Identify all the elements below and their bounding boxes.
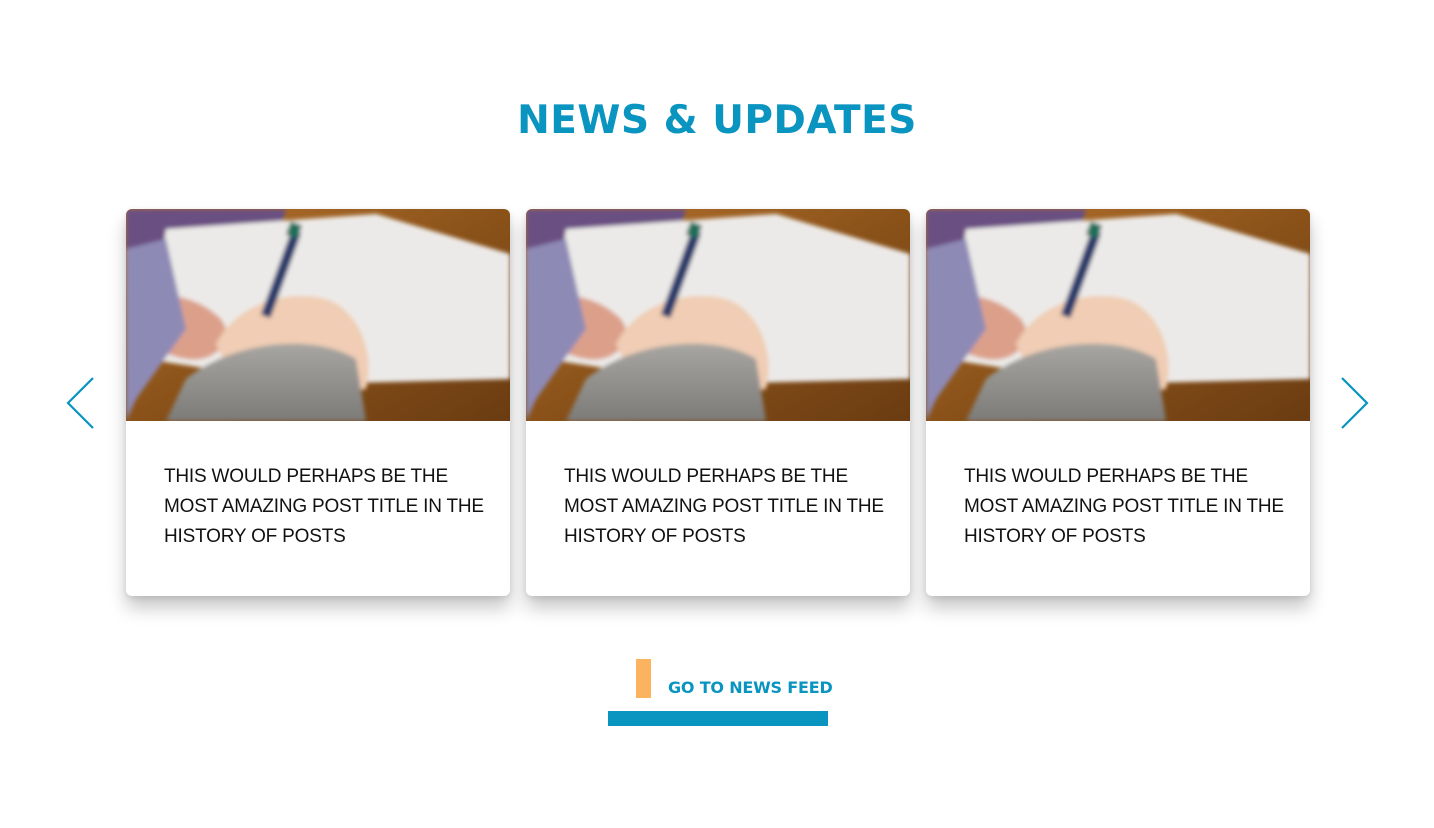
chevron-left-icon: [66, 377, 94, 429]
card-title: THIS WOULD PERHAPS BE THE MOST AMAZING P…: [964, 466, 1284, 547]
go-to-news-feed-link[interactable]: GO TO NEWS FEED: [608, 658, 833, 726]
news-card[interactable]: THIS WOULD PERHAPS BE THE MOST AMAZING P…: [526, 209, 910, 596]
cta-underline-bar: [608, 711, 828, 726]
card-title: THIS WOULD PERHAPS BE THE MOST AMAZING P…: [564, 466, 884, 547]
carousel-next-button[interactable]: [1337, 375, 1371, 431]
card-image: [126, 209, 510, 421]
cta-accent-bar: [636, 659, 651, 698]
news-carousel: THIS WOULD PERHAPS BE THE MOST AMAZING P…: [126, 209, 1310, 597]
card-image: [926, 209, 1310, 421]
card-title: THIS WOULD PERHAPS BE THE MOST AMAZING P…: [164, 466, 484, 547]
news-card[interactable]: THIS WOULD PERHAPS BE THE MOST AMAZING P…: [926, 209, 1310, 596]
chevron-right-icon: [1341, 377, 1369, 429]
news-card[interactable]: THIS WOULD PERHAPS BE THE MOST AMAZING P…: [126, 209, 510, 596]
carousel-prev-button[interactable]: [64, 375, 98, 431]
card-image: [526, 209, 910, 421]
news-updates-section: NEWS & UPDATES THIS WOULD PERHAPS BE THE…: [0, 0, 1434, 828]
cta-label: GO TO NEWS FEED: [668, 678, 833, 697]
section-title: NEWS & UPDATES: [517, 98, 917, 143]
